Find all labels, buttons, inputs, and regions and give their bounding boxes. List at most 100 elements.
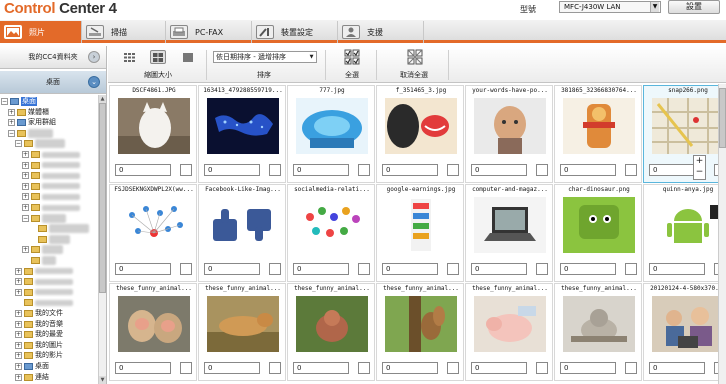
- deselect-all-icon[interactable]: [407, 49, 423, 65]
- photo-image[interactable]: [118, 197, 190, 253]
- photo-image[interactable]: [652, 98, 724, 154]
- photo-image[interactable]: [296, 296, 368, 352]
- photo-thumbnail[interactable]: your-words-have-po... 0: [465, 85, 553, 183]
- photo-checkbox[interactable]: [180, 362, 192, 374]
- photo-checkbox[interactable]: [269, 164, 281, 176]
- print-quantity-input[interactable]: 0: [560, 164, 616, 176]
- tree-item[interactable]: 文件: [22, 256, 56, 265]
- expand-icon[interactable]: +: [15, 320, 22, 328]
- photo-checkbox[interactable]: [536, 362, 548, 374]
- photo-image[interactable]: [385, 98, 457, 154]
- tab-support[interactable]: 支援: [338, 21, 424, 43]
- print-quantity-input[interactable]: 0: [204, 362, 260, 374]
- expand-icon[interactable]: +: [22, 182, 29, 190]
- print-quantity-input[interactable]: 0: [115, 164, 171, 176]
- photo-checkbox[interactable]: [536, 164, 548, 176]
- print-quantity-input[interactable]: 0: [115, 263, 171, 275]
- print-quantity-input[interactable]: 0: [293, 263, 349, 275]
- photo-checkbox[interactable]: [358, 263, 370, 275]
- photo-checkbox[interactable]: [269, 362, 281, 374]
- expand-icon[interactable]: +: [15, 341, 22, 349]
- photo-thumbnail[interactable]: socialmedia-relati... 0: [287, 184, 375, 282]
- tree-item[interactable]: − 桌面: [1, 97, 37, 106]
- tree-item[interactable]: [15, 298, 73, 307]
- tree-item[interactable]: + 我的影片: [15, 351, 63, 360]
- print-quantity-input[interactable]: 0: [649, 263, 705, 275]
- tree-item[interactable]: +: [22, 192, 80, 201]
- small-thumbnails-button[interactable]: [121, 50, 137, 64]
- photo-thumbnail[interactable]: f_351465_3.jpg 0: [376, 85, 464, 183]
- scroll-thumb[interactable]: [99, 103, 106, 293]
- expand-icon[interactable]: +: [22, 151, 29, 158]
- select-all-icon[interactable]: [344, 49, 360, 65]
- scroll-down-icon[interactable]: ▼: [99, 376, 106, 384]
- tab-device-settings[interactable]: 裝置設定: [252, 21, 338, 43]
- photo-checkbox[interactable]: [358, 362, 370, 374]
- photo-checkbox[interactable]: [358, 164, 370, 176]
- print-quantity-input[interactable]: 0: [382, 263, 438, 275]
- grid-scrollbar[interactable]: [718, 84, 726, 384]
- photo-thumbnail[interactable]: FSJDSEKNGXDWPL2X(ww... 0: [109, 184, 197, 282]
- photo-thumbnail[interactable]: 20120124-4-580x370... 0: [643, 283, 726, 381]
- tree-item[interactable]: − Dropbox: [15, 139, 65, 149]
- photo-thumbnail[interactable]: these_funny_animal... 0: [198, 283, 286, 381]
- tree-item[interactable]: +: [22, 161, 80, 170]
- expand-icon[interactable]: +: [15, 278, 22, 286]
- photo-image[interactable]: [563, 296, 635, 352]
- expand-icon[interactable]: +: [15, 352, 22, 360]
- zoom-control[interactable]: + −: [693, 155, 706, 180]
- tab-pc-fax[interactable]: PC-FAX: [166, 21, 252, 43]
- expand-icon[interactable]: +: [15, 331, 22, 339]
- tree-item[interactable]: +: [15, 267, 73, 276]
- tree-item[interactable]: Sample Alb: [29, 224, 89, 234]
- collapse-icon[interactable]: −: [15, 140, 22, 148]
- expand-icon[interactable]: +: [22, 204, 29, 211]
- print-quantity-input[interactable]: 0: [560, 362, 616, 374]
- tree-item[interactable]: + 連結: [15, 373, 49, 382]
- photo-image[interactable]: [296, 197, 368, 253]
- expand-icon[interactable]: +: [15, 363, 22, 370]
- tree-item[interactable]: + 我的最愛: [15, 330, 63, 339]
- photo-thumbnail[interactable]: these_funny_animal... 0: [376, 283, 464, 381]
- photo-thumbnail[interactable]: char-dinosaur.png 0: [554, 184, 642, 282]
- expand-icon[interactable]: +: [8, 119, 15, 127]
- photo-checkbox[interactable]: [447, 263, 459, 275]
- tree-item[interactable]: +: [15, 288, 73, 297]
- print-quantity-input[interactable]: 0: [293, 362, 349, 374]
- photo-checkbox[interactable]: [180, 164, 192, 176]
- photo-image[interactable]: [385, 296, 457, 352]
- photo-thumbnail[interactable]: computer-and-magaz... 0: [465, 184, 553, 282]
- photo-thumbnail[interactable]: Facebook-Like-Imag... 0: [198, 184, 286, 282]
- zoom-out-icon[interactable]: −: [694, 167, 705, 178]
- tab-scan[interactable]: 掃描: [82, 21, 166, 43]
- tree-item[interactable]: +: [15, 277, 73, 286]
- photo-checkbox[interactable]: [625, 362, 637, 374]
- my-cc4-folder-button[interactable]: 我的CC4資料夾 ›: [0, 46, 106, 69]
- tree-item[interactable]: +: [22, 182, 80, 191]
- photo-thumbnail[interactable]: 381865_32366830764... 0: [554, 85, 642, 183]
- expand-icon[interactable]: +: [15, 310, 22, 317]
- tree-item[interactable]: + 我的圖片: [15, 341, 63, 350]
- print-quantity-input[interactable]: 0: [293, 164, 349, 176]
- print-quantity-input[interactable]: 0: [649, 362, 705, 374]
- expand-icon[interactable]: +: [22, 161, 29, 169]
- print-quantity-input[interactable]: 0: [115, 362, 171, 374]
- tree-item[interactable]: − Photos: [22, 213, 66, 223]
- photo-image[interactable]: [385, 197, 457, 253]
- large-thumbnails-button[interactable]: [180, 50, 196, 64]
- photo-image[interactable]: [563, 98, 635, 154]
- photo-image[interactable]: [296, 98, 368, 154]
- photo-thumbnail[interactable]: 777.jpg 0: [287, 85, 375, 183]
- print-quantity-input[interactable]: 0: [382, 362, 438, 374]
- collapse-icon[interactable]: −: [1, 98, 8, 105]
- photo-image[interactable]: [118, 296, 190, 352]
- photo-thumbnail[interactable]: 163413_479288559719... 0: [198, 85, 286, 183]
- print-quantity-input[interactable]: 0: [471, 164, 527, 176]
- model-select[interactable]: MFC-J430W LAN ▼: [559, 1, 661, 13]
- photo-image[interactable]: [207, 197, 279, 253]
- tree-item[interactable]: Vinter: [29, 234, 70, 244]
- collapse-icon[interactable]: −: [22, 214, 29, 222]
- photo-checkbox[interactable]: [447, 362, 459, 374]
- photo-thumbnail[interactable]: these_funny_animal... 0: [554, 283, 642, 381]
- tree-item[interactable]: + 家用群組: [8, 118, 56, 127]
